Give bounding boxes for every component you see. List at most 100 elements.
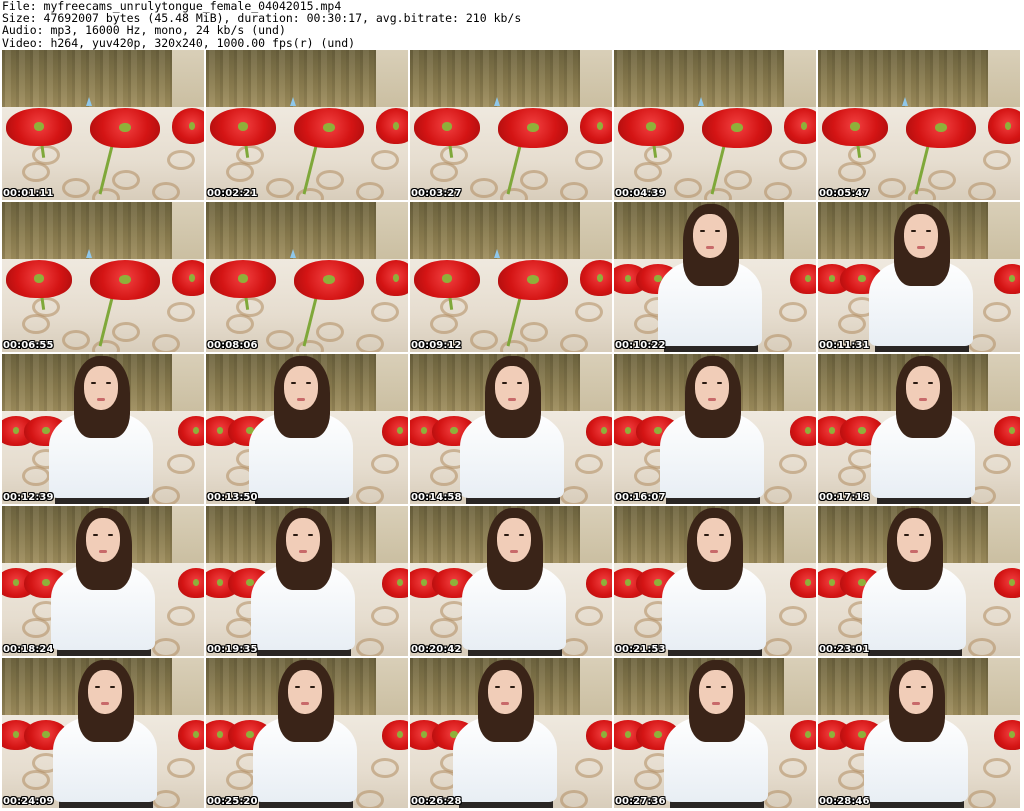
timestamp-label: 00:04:39 — [615, 188, 666, 199]
sofa-pattern — [560, 334, 588, 352]
sofa-pattern — [838, 314, 866, 334]
eye — [504, 534, 509, 536]
video-thumbnail: 00:14:58 — [410, 354, 612, 504]
eye — [110, 686, 115, 688]
wall-background — [579, 658, 612, 721]
mouth — [510, 550, 518, 553]
sofa-pattern — [983, 150, 1011, 170]
sofa-pattern — [430, 314, 458, 334]
sofa-pattern — [674, 178, 702, 198]
eye — [721, 686, 726, 688]
wall-background — [783, 658, 816, 721]
timestamp-label: 00:05:47 — [819, 188, 870, 199]
sofa-pattern — [316, 170, 344, 190]
timestamp-label: 00:25:20 — [207, 796, 258, 807]
eye — [495, 686, 500, 688]
poppy-flower — [586, 568, 612, 598]
file-info-header: File: myfreecams_unrulytongue_female_040… — [2, 0, 521, 49]
wall-background — [375, 202, 408, 265]
poppy-flower — [994, 416, 1020, 446]
video-info-line: Video: h264, yuv420p, 320x240, 1000.00 f… — [2, 35, 356, 50]
wall-background — [375, 50, 408, 113]
eye — [719, 534, 724, 536]
mouth — [299, 550, 307, 553]
sofa-pattern — [356, 334, 384, 352]
wall-background — [783, 50, 816, 113]
face — [495, 366, 529, 410]
poppy-flower — [382, 416, 408, 446]
eye — [911, 230, 916, 232]
poppy-flower — [210, 108, 276, 146]
wall-background — [375, 354, 408, 417]
sofa-pattern — [226, 314, 254, 334]
wall-background — [171, 658, 204, 721]
timestamp-label: 00:14:58 — [411, 492, 462, 503]
sofa-pattern — [22, 466, 50, 486]
poppy-flower — [906, 108, 976, 148]
poppy-flower — [498, 260, 568, 300]
wall-background — [783, 202, 816, 265]
mouth — [301, 702, 309, 705]
sofa-pattern — [634, 162, 662, 182]
sofa-pattern — [226, 618, 254, 638]
eye — [510, 686, 515, 688]
poppy-flower — [294, 108, 364, 148]
face — [899, 670, 933, 714]
video-thumbnail: 00:10:22 — [614, 202, 816, 352]
audio-info-line: Audio: mp3, 16000 Hz, mono, 24 kb/s (und… — [2, 23, 286, 38]
sofa-pattern — [152, 182, 180, 200]
sofa-pattern — [764, 486, 792, 504]
poppy-flower — [6, 108, 72, 146]
eye — [904, 534, 909, 536]
poppy-flower — [790, 264, 816, 294]
mouth — [917, 246, 925, 249]
poppy-flower — [994, 264, 1020, 294]
sofa-pattern — [236, 297, 264, 317]
timestamp-label: 00:21:53 — [615, 644, 666, 655]
timestamp-label: 00:19:35 — [207, 644, 258, 655]
mouth — [97, 398, 105, 401]
wall-background — [579, 50, 612, 113]
poppy-flower — [784, 108, 816, 144]
poppy-flower — [702, 108, 772, 148]
poppy-flower — [172, 108, 204, 144]
poppy-flower — [994, 720, 1020, 750]
wall-background — [579, 506, 612, 569]
poppy-flower — [988, 108, 1020, 144]
eye — [308, 534, 313, 536]
eye — [913, 382, 918, 384]
face — [693, 214, 727, 258]
poppy-flower — [90, 108, 160, 148]
sofa-pattern — [371, 454, 399, 474]
poppy-flower — [586, 720, 612, 750]
sofa-pattern — [167, 454, 195, 474]
timestamp-label: 00:24:09 — [3, 796, 54, 807]
sofa-pattern — [22, 162, 50, 182]
poppy-flower — [414, 108, 480, 146]
sofa-pattern — [371, 150, 399, 170]
timestamp-label: 00:01:11 — [3, 188, 54, 199]
sofa-pattern — [152, 334, 180, 352]
eye — [519, 534, 524, 536]
wall-background — [171, 50, 204, 113]
video-thumbnail: 00:20:42 — [410, 506, 612, 656]
face — [897, 518, 931, 562]
wall-background — [987, 506, 1020, 569]
timestamp-label: 00:20:42 — [411, 644, 462, 655]
wall-background — [987, 50, 1020, 113]
face — [86, 518, 120, 562]
sofa-pattern — [22, 770, 50, 790]
eye — [704, 534, 709, 536]
sofa-pattern — [520, 322, 548, 342]
eye — [295, 686, 300, 688]
eye — [91, 382, 96, 384]
sofa-pattern — [560, 486, 588, 504]
wall-background — [783, 354, 816, 417]
face — [697, 518, 731, 562]
sofa-pattern — [152, 486, 180, 504]
sofa-pattern — [779, 302, 807, 322]
sofa-pattern — [62, 330, 90, 350]
thumbnail-grid: 00:01:11 00:02:21 00:03:27 00:04:39 00:05:47… — [0, 50, 1024, 810]
video-thumbnail: 00:24:09 — [2, 658, 204, 808]
mouth — [501, 702, 509, 705]
